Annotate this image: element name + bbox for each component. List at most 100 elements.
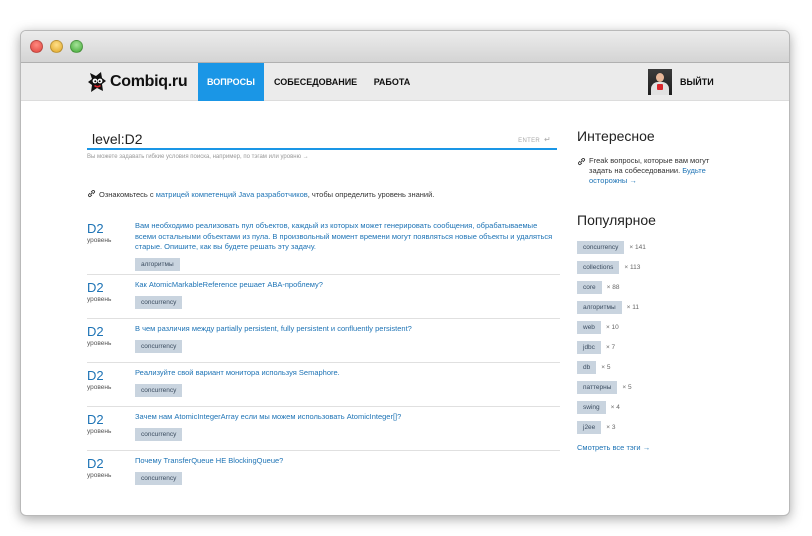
- window-titlebar: [21, 31, 789, 63]
- question-level-label: уровень: [87, 384, 112, 391]
- search-box: ENTER ↵: [87, 129, 557, 150]
- info-text-before: Ознакомьтесь с: [99, 190, 156, 199]
- question-tag[interactable]: concurrency: [135, 383, 183, 397]
- sidebar: Интересное Freak вопросы, которые вам мо…: [577, 128, 727, 452]
- popular-tag[interactable]: collections: [577, 260, 620, 274]
- question-body: Как AtomicMarkableReference решает ABA-п…: [135, 280, 555, 309]
- popular-tag[interactable]: swing: [577, 400, 606, 414]
- minimize-window-button[interactable]: [50, 40, 63, 53]
- question-level[interactable]: D2: [87, 280, 104, 295]
- table-row: D2 уровень Почему TransferQueue НЕ Block…: [87, 451, 560, 495]
- link-icon: [577, 157, 586, 166]
- list-item: concurrency × 141: [577, 237, 727, 257]
- interesting-item: Freak вопросы, которые вам могут задать …: [577, 156, 727, 186]
- tag-count: × 10: [605, 323, 619, 331]
- nav-questions[interactable]: ВОПРОСЫ: [198, 63, 264, 101]
- tag-count: × 141: [629, 243, 646, 251]
- table-row: D2 уровень Как AtomicMarkableReference р…: [87, 275, 560, 319]
- table-row: D2 уровень Реализуйте свой вариант монит…: [87, 363, 560, 407]
- question-body: В чем различия между partially persisten…: [135, 324, 555, 353]
- question-level[interactable]: D2: [87, 221, 104, 236]
- question-body: Реализуйте свой вариант монитора использ…: [135, 368, 555, 397]
- question-level-label: уровень: [87, 428, 112, 435]
- question-level-label: уровень: [87, 472, 112, 479]
- question-level[interactable]: D2: [87, 456, 104, 471]
- popular-tag[interactable]: db: [577, 360, 597, 374]
- avatar-shirt-print: [657, 84, 663, 90]
- popular-tag[interactable]: concurrency: [577, 240, 625, 254]
- logo-text: Combiq.ru: [110, 73, 188, 90]
- tag-count: × 3: [606, 423, 616, 431]
- question-level-label: уровень: [87, 340, 112, 347]
- question-level-label: уровень: [87, 296, 112, 303]
- question-link[interactable]: Зачем нам AtomicIntegerArray если мы мож…: [135, 412, 555, 423]
- question-level[interactable]: D2: [87, 412, 104, 427]
- popular-tag[interactable]: jdbc: [577, 340, 601, 354]
- popular-title: Популярное: [577, 212, 656, 228]
- question-level-label: уровень: [87, 237, 112, 244]
- question-body: Почему TransferQueue НЕ BlockingQueue? c…: [135, 456, 555, 485]
- tag-count: × 88: [606, 283, 620, 291]
- avatar-head: [656, 73, 664, 82]
- list-item: db × 5: [577, 357, 727, 377]
- enter-hint[interactable]: ENTER ↵: [518, 135, 551, 144]
- list-item: collections × 113: [577, 257, 727, 277]
- list-item: алгоритмы × 11: [577, 297, 727, 317]
- return-arrow-icon: ↵: [543, 135, 551, 144]
- question-tag[interactable]: concurrency: [135, 295, 183, 309]
- question-tag[interactable]: concurrency: [135, 471, 183, 485]
- question-link[interactable]: В чем различия между partially persisten…: [135, 324, 555, 335]
- tag-count: × 5: [622, 383, 632, 391]
- table-row: D2 уровень В чем различия между partiall…: [87, 319, 560, 363]
- all-tags-link[interactable]: Смотреть все тэги →: [577, 443, 727, 452]
- popular-tag[interactable]: web: [577, 320, 601, 334]
- site-logo[interactable]: Combiq.ru: [87, 69, 188, 95]
- browser-window: Combiq.ru ВОПРОСЫ СОБЕСЕДОВАНИЕ РАБОТА В…: [20, 30, 790, 516]
- question-link[interactable]: Вам необходимо реализовать пул объектов,…: [135, 221, 555, 253]
- nav-interview[interactable]: СОБЕСЕДОВАНИЕ: [274, 63, 357, 101]
- table-row: D2 уровень Вам необходимо реализовать пу…: [87, 216, 560, 275]
- enter-label: ENTER: [518, 138, 541, 144]
- question-body: Вам необходимо реализовать пул объектов,…: [135, 221, 555, 271]
- popular-tag[interactable]: core: [577, 280, 602, 294]
- question-tag[interactable]: алгоритмы: [135, 257, 180, 271]
- logo-mascot-icon: [88, 72, 106, 92]
- tag-count: × 7: [605, 343, 616, 351]
- question-list: D2 уровень Вам необходимо реализовать пу…: [87, 216, 560, 495]
- question-level[interactable]: D2: [87, 368, 104, 383]
- question-level[interactable]: D2: [87, 324, 104, 339]
- tag-count: × 11: [626, 303, 639, 311]
- question-tag[interactable]: concurrency: [135, 427, 183, 441]
- close-window-button[interactable]: [30, 40, 43, 53]
- info-text-after: , чтобы определить уровень знаний.: [307, 190, 435, 199]
- tag-count: × 5: [601, 363, 611, 371]
- popular-tag[interactable]: алгоритмы: [577, 300, 622, 314]
- table-row: D2 уровень Зачем нам AtomicIntegerArray …: [87, 407, 560, 451]
- question-body: Зачем нам AtomicIntegerArray если мы мож…: [135, 412, 555, 441]
- competency-info: Ознакомьтесь с матрицей компетенций Java…: [87, 189, 434, 199]
- question-link[interactable]: Реализуйте свой вариант монитора использ…: [135, 368, 555, 379]
- list-item: jdbc × 7: [577, 337, 727, 357]
- popular-tags: concurrency × 141 collections × 113 core × …: [577, 237, 727, 437]
- list-item: swing × 4: [577, 397, 727, 417]
- nav-jobs[interactable]: РАБОТА: [370, 63, 414, 101]
- competency-matrix-link[interactable]: матрицей компетенций Java разработчиков: [156, 190, 308, 199]
- tag-count: × 113: [624, 263, 641, 271]
- logout-button[interactable]: ВЫЙТИ: [680, 63, 714, 101]
- question-tag[interactable]: concurrency: [135, 339, 183, 353]
- list-item: j2ee × 3: [577, 417, 727, 437]
- search-input[interactable]: [92, 129, 492, 148]
- question-link[interactable]: Почему TransferQueue НЕ BlockingQueue?: [135, 456, 555, 467]
- top-navbar: Combiq.ru ВОПРОСЫ СОБЕСЕДОВАНИЕ РАБОТА В…: [21, 63, 789, 101]
- list-item: core × 88: [577, 277, 727, 297]
- popular-tag[interactable]: j2ee: [577, 420, 602, 434]
- interesting-title: Интересное: [577, 128, 655, 144]
- list-item: паттерны × 5: [577, 377, 727, 397]
- popular-tag[interactable]: паттерны: [577, 380, 618, 394]
- tag-count: × 4: [610, 403, 620, 411]
- question-link[interactable]: Как AtomicMarkableReference решает ABA-п…: [135, 280, 555, 291]
- list-item: web × 10: [577, 317, 727, 337]
- link-icon: [87, 189, 96, 198]
- zoom-window-button[interactable]: [70, 40, 83, 53]
- avatar[interactable]: [648, 69, 672, 95]
